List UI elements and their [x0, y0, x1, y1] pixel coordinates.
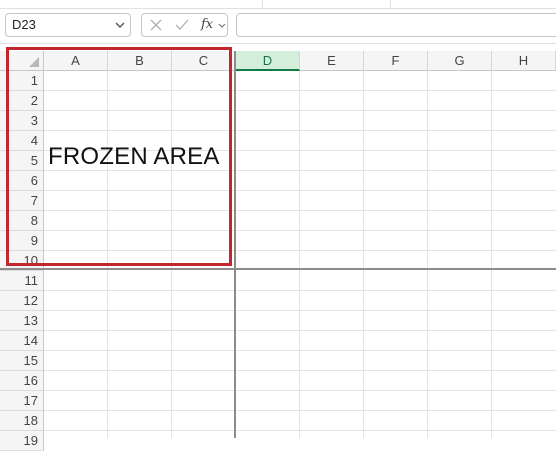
- formula-input[interactable]: [236, 13, 556, 37]
- column-header-h[interactable]: H: [492, 51, 556, 71]
- insert-function-button[interactable]: fx: [201, 17, 213, 32]
- column-gridline: [299, 71, 300, 438]
- frozen-area-label: FROZEN AREA: [48, 143, 220, 170]
- column-header-e[interactable]: E: [300, 51, 364, 71]
- row-header-11[interactable]: 11: [0, 271, 44, 291]
- column-header-g[interactable]: G: [428, 51, 492, 71]
- chevron-down-icon[interactable]: [218, 20, 226, 35]
- row-gridline: [44, 330, 556, 331]
- row-header-14[interactable]: 14: [0, 331, 44, 351]
- freeze-pane-horizontal-divider: [0, 268, 556, 270]
- row-header-16[interactable]: 16: [0, 371, 44, 391]
- formula-actions: fx: [141, 13, 228, 37]
- column-gridline: [363, 71, 364, 438]
- column-header-d[interactable]: D: [236, 51, 300, 71]
- check-icon[interactable]: [174, 16, 190, 38]
- row-header-15[interactable]: 15: [0, 351, 44, 371]
- row-gridline: [44, 310, 556, 311]
- ribbon-group-edge: [0, 0, 262, 9]
- column-gridline: [491, 71, 492, 438]
- ribbon-group-edge: [262, 0, 391, 9]
- close-icon[interactable]: [149, 16, 163, 38]
- row-gridline: [44, 290, 556, 291]
- ribbon-group-edge: [390, 0, 556, 9]
- row-gridline: [44, 350, 556, 351]
- freeze-pane-vertical-divider: [234, 51, 236, 438]
- row-header-17[interactable]: 17: [0, 391, 44, 411]
- column-header-f[interactable]: F: [364, 51, 428, 71]
- column-gridline: [427, 71, 428, 438]
- row-gridline: [44, 430, 556, 431]
- row-header-18[interactable]: 18: [0, 411, 44, 431]
- name-box-value: D23: [12, 17, 36, 32]
- row-gridline: [44, 390, 556, 391]
- name-box[interactable]: D23: [5, 13, 131, 37]
- row-header-19[interactable]: 19: [0, 431, 44, 451]
- chevron-down-icon[interactable]: [115, 15, 125, 43]
- formula-bar: D23 fx: [0, 9, 556, 44]
- row-gridline: [44, 370, 556, 371]
- row-gridline: [44, 410, 556, 411]
- row-header-12[interactable]: 12: [0, 291, 44, 311]
- row-header-13[interactable]: 13: [0, 311, 44, 331]
- ribbon-bottom-edge: [0, 0, 556, 9]
